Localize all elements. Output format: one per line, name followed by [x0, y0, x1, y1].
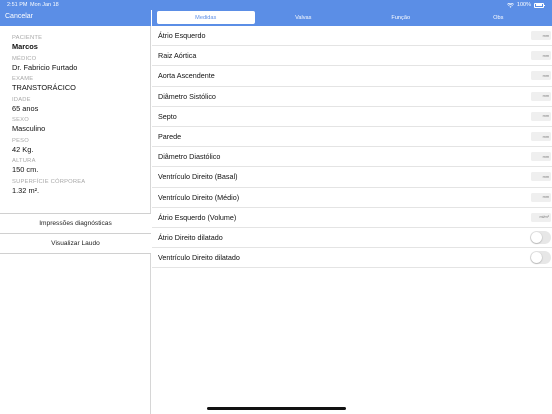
measurement-label: Aorta Ascendente — [158, 71, 215, 81]
field-value: 150 cm. — [12, 165, 39, 174]
measurement-input[interactable] — [531, 152, 551, 162]
toggle-knob — [531, 231, 542, 243]
measurement-label: Átrio Esquerdo — [158, 31, 206, 41]
measurement-row: Parede — [152, 127, 552, 148]
status-right: 100% — [506, 2, 545, 8]
field-value: 42 Kg. — [12, 144, 34, 154]
measurement-input[interactable] — [531, 51, 551, 61]
field-label: IDADE — [12, 96, 31, 103]
measurement-input[interactable] — [531, 91, 551, 101]
measurement-row: Diâmetro Sistólico — [152, 87, 552, 107]
measurement-label: Ventrículo Direito (Médio) — [158, 192, 240, 202]
measurement-input[interactable] — [531, 111, 551, 121]
measurement-row: Átrio Esquerdo (Volume) — [152, 208, 552, 228]
measurement-row: Átrio Esquerdo — [152, 26, 552, 47]
measurements-panel: MedidasValvasFunçãoObs Átrio Esquerdo Rai… — [152, 0, 552, 414]
battery-percent: 100% — [516, 2, 531, 8]
patient-actions: Impressões diagnósticas Visualizar Laudo — [0, 213, 151, 254]
tab-função[interactable]: Função — [352, 11, 450, 24]
field-value: 1.32 m². — [12, 185, 40, 195]
measurement-label: Diâmetro Sistólico — [158, 91, 216, 101]
tab-obs[interactable]: Obs — [450, 11, 548, 24]
field-label: SUPERFÍCIE CÓRPOREA — [12, 178, 86, 185]
tab-medidas[interactable]: Medidas — [157, 11, 255, 24]
measurement-label: Parede — [158, 132, 182, 142]
field-label: EXAME — [12, 76, 34, 82]
toggle-knob — [531, 252, 542, 264]
diagnostic-impressions-button[interactable]: Impressões diagnósticas — [0, 214, 151, 234]
measurement-label: Ventrículo Direito (Basal) — [158, 172, 238, 182]
measurement-input[interactable] — [531, 31, 551, 41]
measurement-label: Átrio Direito dilatado — [158, 232, 223, 242]
measurement-row: Átrio Direito dilatado — [152, 228, 552, 249]
field-value: TRANSTORÁCICO — [12, 83, 76, 92]
measurement-input[interactable] — [531, 71, 551, 81]
field-label: SEXO — [12, 117, 29, 123]
field-label: PACIENTE — [12, 35, 43, 41]
patient-panel: Cancelar PACIENTE Marcos MÉDICO Dr. Fabrici… — [0, 0, 151, 414]
measurement-label: Diâmetro Diastólico — [158, 152, 221, 162]
measurement-input[interactable] — [531, 192, 551, 202]
toggle-switch[interactable] — [530, 230, 551, 244]
status-bar: 2:51 PM Mon Jan 18 100% — [0, 0, 552, 10]
field-value: Marcos — [12, 42, 38, 51]
measurement-row: Ventrículo Direito (Basal) — [152, 167, 552, 188]
measurement-row: Ventrículo Direito (Médio) — [152, 188, 552, 208]
measurement-label: Raiz Aórtica — [158, 51, 197, 61]
segmented-control: Medidas Valvas Função Obs — [157, 11, 547, 24]
measurement-input[interactable] — [531, 132, 551, 142]
home-indicator — [207, 407, 346, 410]
battery-icon — [534, 2, 545, 8]
measurement-row: Raiz Aórtica — [152, 46, 552, 67]
field-value: Dr. Fabricio Furtado — [12, 62, 78, 72]
wifi-icon — [506, 2, 514, 8]
field-label: ALTURA — [12, 158, 36, 164]
measurement-list: Átrio Esquerdo Raiz Aórtica Aorta Ascenden… — [152, 26, 552, 269]
cancel-button[interactable]: Cancelar — [5, 13, 33, 20]
measurement-label: Ventrículo Direito dilatado — [158, 253, 240, 263]
field-value: Masculino — [12, 124, 46, 133]
measurement-row: Septo — [152, 107, 552, 127]
measurement-row: Ventrículo Direito dilatado — [152, 248, 552, 269]
field-value: 65 anos — [12, 103, 39, 113]
measurement-input[interactable] — [531, 172, 551, 182]
measurement-label: Átrio Esquerdo (Volume) — [158, 212, 237, 222]
measurement-input[interactable] — [531, 212, 551, 222]
field-label: PESO — [12, 137, 29, 144]
status-date: Mon Jan 18 — [30, 2, 59, 8]
toggle-switch[interactable] — [530, 251, 551, 265]
measurement-row: Diâmetro Diastólico — [152, 147, 552, 168]
measurement-row: Aorta Ascendente — [152, 66, 552, 87]
patient-info: PACIENTE Marcos MÉDICO Dr. Fabricio Furtado… — [12, 35, 147, 199]
view-report-button[interactable]: Visualizar Laudo — [0, 234, 151, 254]
field-label: MÉDICO — [12, 55, 37, 62]
status-time: 2:51 PM — [7, 2, 28, 8]
left-nav-bar: Cancelar — [0, 10, 151, 26]
tab-valvas[interactable]: Valvas — [255, 11, 353, 24]
measurement-label: Septo — [158, 111, 177, 121]
right-nav-bar: Medidas Valvas Função Obs — [152, 10, 552, 26]
